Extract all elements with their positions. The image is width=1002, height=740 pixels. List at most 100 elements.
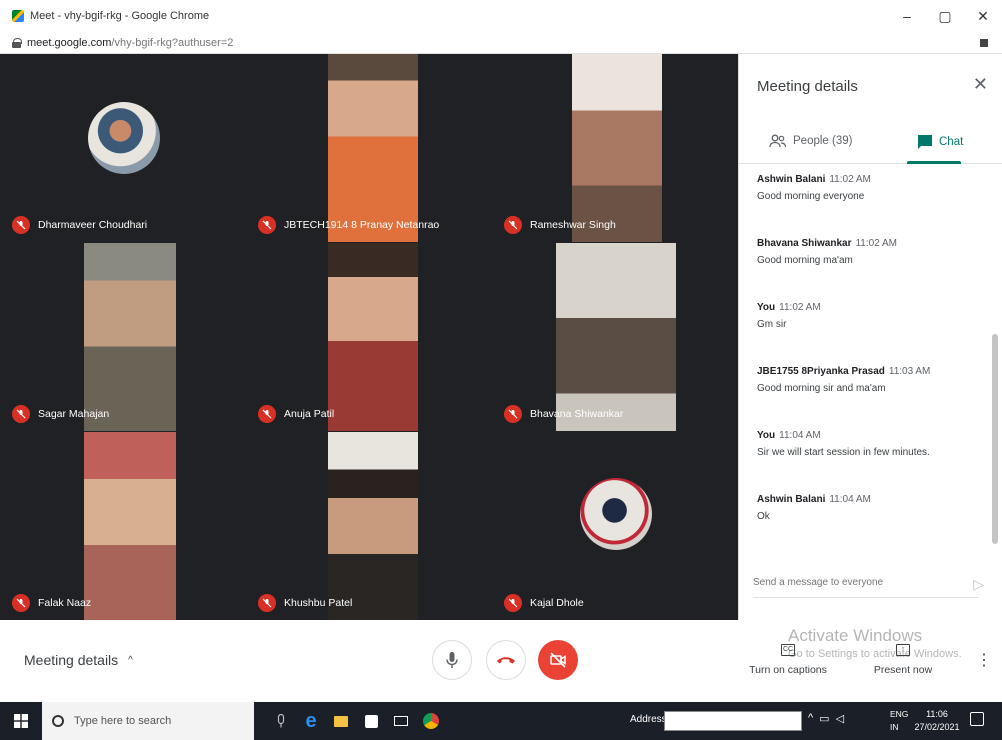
captions-icon: CC (781, 644, 795, 656)
mic-off-icon (504, 405, 522, 423)
message-time: 11:04 AM (779, 430, 821, 441)
participant-video (572, 54, 662, 242)
volume-icon[interactable]: ◁ (836, 712, 844, 725)
tab-chat[interactable]: Chat (917, 134, 963, 150)
participant-avatar (88, 102, 160, 174)
ie-icon[interactable]: e (296, 702, 326, 740)
maximize-button[interactable]: ▢ (926, 0, 964, 32)
meeting-details-panel: Meeting details ✕ People (39) Chat Ashwi… (738, 54, 1002, 620)
windows-taskbar: Type here to search e Address ^ ▭ ◁ ENG … (0, 702, 1002, 740)
participant-name: Bhavana Shiwankar (530, 408, 624, 420)
camera-off-icon (550, 652, 566, 668)
taskbar-search[interactable]: Type here to search (42, 702, 254, 740)
minimize-button[interactable]: – (888, 0, 926, 32)
network-icon[interactable]: ▭ (819, 712, 829, 725)
chat-messages[interactable]: Ashwin Balani 11:02 AM Good morning every… (739, 164, 993, 550)
close-window-button[interactable]: ✕ (964, 0, 1002, 32)
message-time: 11:04 AM (829, 494, 871, 505)
mic-off-icon (504, 594, 522, 612)
chat-message-input[interactable] (753, 570, 949, 594)
participant-tile[interactable]: Sagar Mahajan (2, 243, 246, 431)
mic-off-icon (12, 594, 30, 612)
lock-icon[interactable] (12, 37, 22, 48)
mic-toggle-button[interactable] (432, 640, 472, 680)
message-sender: Bhavana Shiwankar (757, 238, 852, 249)
chat-message: Ashwin Balani 11:04 AM Ok (757, 494, 987, 522)
address-toolbar-label: Address (630, 714, 667, 725)
participant-name: Khushbu Patel (284, 597, 353, 609)
store-icon[interactable] (356, 702, 386, 740)
chrome-icon[interactable] (416, 702, 446, 740)
participant-tile[interactable]: Kajal Dhole (494, 432, 738, 620)
participant-name: Rameshwar Singh (530, 219, 616, 231)
participant-name: Dharmaveer Choudhari (38, 219, 148, 231)
message-time: 11:02 AM (855, 238, 897, 249)
message-sender: Ashwin Balani (757, 494, 826, 505)
message-text: Good morning ma'am (757, 255, 853, 266)
chat-scrollbar[interactable] (992, 334, 998, 544)
camera-toggle-button[interactable] (538, 640, 578, 680)
start-button[interactable] (0, 702, 42, 740)
window-controls: – ▢ ✕ (888, 0, 1002, 32)
message-time: 11:02 AM (779, 302, 821, 313)
chat-message: JBE1755 8Priyanka Prasad 11:03 AM Good mo… (757, 366, 987, 394)
language-indicator[interactable]: ENG IN (890, 708, 908, 734)
participant-name: Anuja Patil (284, 408, 335, 420)
system-tray[interactable]: ^ ▭ ◁ (808, 712, 844, 725)
mic-off-icon (12, 216, 30, 234)
present-now-button[interactable]: ↑ Present now (868, 644, 938, 676)
cortana-icon (52, 715, 64, 727)
taskbar-clock[interactable]: 11:06 27/02/2021 (914, 708, 960, 734)
mic-off-icon (504, 216, 522, 234)
participant-video (328, 54, 418, 242)
url-text[interactable]: meet.google.com/vhy-bgif-rkg?authuser=2 (27, 37, 233, 49)
message-text: Sir we will start session in few minutes… (757, 447, 930, 458)
participant-tile[interactable]: Falak Naaz (2, 432, 246, 620)
message-text: Gm sir (757, 319, 787, 330)
mic-off-icon (12, 405, 30, 423)
panel-tabs: People (39) Chat (739, 124, 1002, 164)
address-toolbar-input[interactable] (664, 711, 802, 731)
microphone-app-icon[interactable] (266, 702, 296, 740)
participant-video (556, 243, 676, 431)
more-options-button[interactable]: ⋮ (976, 650, 992, 670)
participant-tile[interactable]: Anuja Patil (248, 243, 492, 431)
participant-name: Sagar Mahajan (38, 408, 110, 420)
file-explorer-icon[interactable] (326, 702, 356, 740)
message-time: 11:02 AM (829, 174, 871, 185)
tab-people[interactable]: People (39) (769, 134, 852, 148)
meeting-controls-bar: Meeting details ^ Activate Windows Go to… (0, 620, 1002, 702)
message-sender: You (757, 430, 776, 441)
chat-icon (918, 135, 932, 149)
message-text: Good morning everyone (757, 191, 865, 202)
notification-center-icon[interactable] (970, 712, 984, 726)
mic-off-icon (258, 405, 276, 423)
participant-video (84, 243, 176, 431)
window-title: Meet - vhy-bgif-rkg - Google Chrome (30, 10, 210, 22)
participant-tile[interactable]: Khushbu Patel (248, 432, 492, 620)
send-message-button[interactable]: ▷ (973, 576, 984, 593)
address-bar[interactable]: meet.google.com/vhy-bgif-rkg?authuser=2 (0, 32, 1002, 54)
meeting-details-toggle[interactable]: Meeting details ^ (24, 652, 133, 668)
tray-chevron-icon[interactable]: ^ (808, 712, 813, 725)
hang-up-icon (497, 657, 515, 664)
message-text: Good morning sir and ma'am (757, 383, 886, 394)
chat-message: Bhavana Shiwankar 11:02 AM Good morning m… (757, 238, 987, 266)
participant-tile[interactable]: Bhavana Shiwankar (494, 243, 738, 431)
participant-video (328, 243, 418, 431)
chevron-up-icon: ^ (128, 654, 133, 666)
chat-message: You 11:02 AM Gm sir (757, 302, 987, 330)
leave-call-button[interactable] (486, 640, 526, 680)
participant-tile[interactable]: Dharmaveer Choudhari (2, 54, 246, 242)
message-sender: JBE1755 8Priyanka Prasad (757, 366, 885, 377)
extension-icon[interactable] (980, 39, 988, 47)
participant-name: Kajal Dhole (530, 597, 584, 609)
mail-icon[interactable] (386, 702, 416, 740)
participant-tile[interactable]: JBTECH1914 8 Pranay Netanrao (248, 54, 492, 242)
close-panel-button[interactable]: ✕ (973, 74, 988, 95)
present-screen-icon: ↑ (896, 644, 910, 656)
message-sender: You (757, 302, 776, 313)
participant-name: Falak Naaz (38, 597, 92, 609)
captions-button[interactable]: CC Turn on captions (748, 644, 828, 676)
participant-tile[interactable]: Rameshwar Singh (494, 54, 738, 242)
